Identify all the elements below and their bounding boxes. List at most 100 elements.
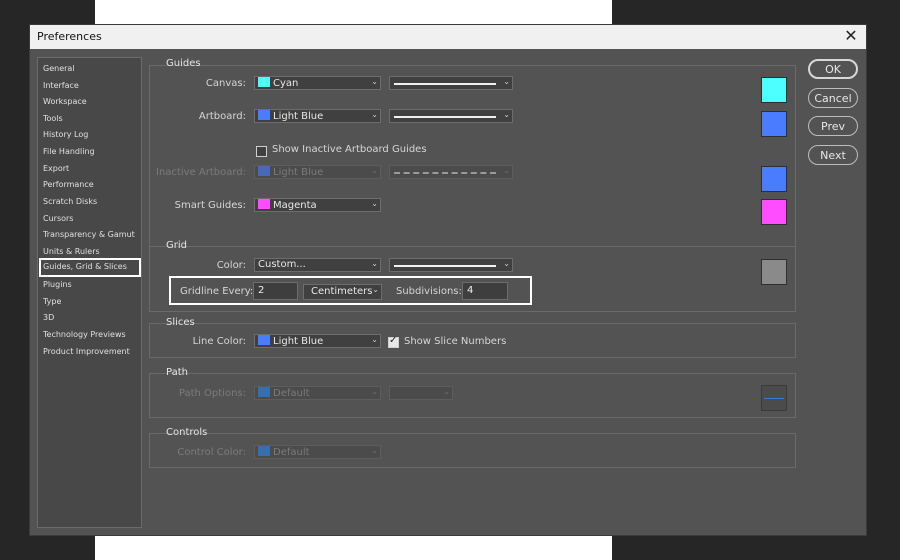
smart-guides-color-dropdown[interactable]: Magenta ⌄ bbox=[254, 198, 381, 212]
show-inactive-artboard-guides-label: Show Inactive Artboard Guides bbox=[272, 144, 427, 155]
preferences-sidebar: General Interface Workspace Tools Histor… bbox=[37, 57, 142, 528]
ok-button[interactable]: OK bbox=[808, 59, 858, 79]
canvas-label: Canvas: bbox=[205, 78, 246, 89]
sidebar-item-export[interactable]: Export bbox=[41, 160, 141, 176]
chevron-down-icon: ⌄ bbox=[371, 166, 378, 175]
gridline-unit-dropdown[interactable]: Centimeters ⌄ bbox=[303, 284, 382, 300]
sidebar-item-cursors[interactable]: Cursors bbox=[41, 210, 141, 226]
sidebar-item-3d[interactable]: 3D bbox=[41, 309, 141, 325]
path-line-preview bbox=[764, 398, 784, 399]
path-color-value: Default bbox=[273, 388, 310, 399]
chevron-down-icon: ⌄ bbox=[503, 166, 510, 175]
chevron-down-icon: ⌄ bbox=[371, 335, 378, 344]
path-color-chip bbox=[258, 387, 270, 397]
chevron-down-icon: ⌄ bbox=[503, 259, 510, 268]
artboard-color-dropdown[interactable]: Light Blue ⌄ bbox=[254, 109, 381, 123]
prev-button[interactable]: Prev bbox=[808, 116, 858, 136]
chevron-down-icon: ⌄ bbox=[371, 199, 378, 208]
next-button[interactable]: Next bbox=[808, 145, 858, 165]
sidebar-item-tools[interactable]: Tools bbox=[41, 110, 141, 126]
sidebar-item-guides-grid-slices[interactable]: Guides, Grid & Slices bbox=[39, 258, 141, 277]
sidebar-item-file-handling[interactable]: File Handling bbox=[41, 143, 141, 159]
smart-guides-color-swatch[interactable] bbox=[761, 199, 787, 225]
grid-color-dropdown[interactable]: Custom... ⌄ bbox=[254, 258, 381, 272]
control-color-dropdown[interactable]: Default ⌄ bbox=[254, 445, 381, 459]
sidebar-item-units-rulers[interactable]: Units & Rulers bbox=[41, 243, 141, 259]
grid-color-swatch[interactable] bbox=[761, 259, 787, 285]
artboard-label: Artboard: bbox=[198, 111, 246, 122]
smart-guides-color-chip bbox=[258, 199, 270, 209]
guides-group-title: Guides bbox=[166, 58, 201, 69]
solid-line-preview bbox=[394, 116, 496, 118]
chevron-down-icon: ⌄ bbox=[371, 387, 378, 396]
grid-style-dropdown[interactable]: ⌄ bbox=[389, 258, 513, 272]
sidebar-item-plugins[interactable]: Plugins bbox=[41, 276, 141, 292]
control-color-label: Control Color: bbox=[177, 447, 246, 458]
subdivisions-label: Subdivisions: bbox=[396, 286, 462, 297]
path-width-dropdown[interactable]: ⌄ bbox=[389, 386, 453, 400]
smart-guides-color-value: Magenta bbox=[273, 200, 317, 211]
path-group bbox=[149, 373, 796, 418]
sidebar-item-transparency-gamut[interactable]: Transparency & Gamut bbox=[41, 226, 141, 242]
inactive-artboard-style-dropdown[interactable]: ⌄ bbox=[389, 165, 513, 179]
slice-line-color-dropdown[interactable]: Light Blue ⌄ bbox=[254, 334, 381, 348]
show-slice-numbers-checkbox[interactable] bbox=[388, 335, 399, 348]
dashed-line-preview bbox=[394, 172, 496, 174]
canvas-color-swatch[interactable] bbox=[761, 77, 787, 103]
canvas-color-dropdown[interactable]: Cyan ⌄ bbox=[254, 76, 381, 90]
sidebar-item-general[interactable]: General bbox=[41, 60, 141, 76]
artboard-color-swatch[interactable] bbox=[761, 111, 787, 137]
slices-group-title: Slices bbox=[166, 317, 195, 328]
canvas-color-chip bbox=[258, 77, 270, 87]
inactive-artboard-color-swatch[interactable] bbox=[761, 166, 787, 192]
dialog-title: Preferences bbox=[37, 30, 102, 43]
slice-line-color-value: Light Blue bbox=[273, 336, 324, 347]
smart-guides-label: Smart Guides: bbox=[174, 200, 246, 211]
inactive-artboard-color-value: Light Blue bbox=[273, 167, 324, 178]
controls-group-title: Controls bbox=[166, 427, 208, 438]
gridline-every-label: Gridline Every: bbox=[180, 286, 254, 297]
chevron-down-icon: ⌄ bbox=[371, 259, 378, 268]
sidebar-item-type[interactable]: Type bbox=[41, 293, 141, 309]
subdivisions-input[interactable]: 4 bbox=[462, 282, 508, 300]
grid-group-title: Grid bbox=[166, 240, 187, 251]
path-preview-swatch[interactable] bbox=[761, 385, 787, 411]
chevron-down-icon: ⌄ bbox=[372, 285, 379, 294]
sidebar-item-product-improvement[interactable]: Product Improvement bbox=[41, 343, 141, 359]
canvas-style-dropdown[interactable]: ⌄ bbox=[389, 76, 513, 90]
control-color-chip bbox=[258, 446, 270, 456]
path-color-dropdown[interactable]: Default ⌄ bbox=[254, 386, 381, 400]
path-options-label: Path Options: bbox=[178, 388, 246, 399]
chevron-down-icon: ⌄ bbox=[371, 77, 378, 86]
slice-line-color-chip bbox=[258, 335, 270, 345]
chevron-down-icon: ⌄ bbox=[371, 446, 378, 455]
cancel-button[interactable]: Cancel bbox=[808, 88, 858, 108]
chevron-down-icon: ⌄ bbox=[503, 77, 510, 86]
show-inactive-artboard-guides-checkbox[interactable] bbox=[256, 146, 267, 157]
sidebar-item-technology-previews[interactable]: Technology Previews bbox=[41, 326, 141, 342]
artboard-style-dropdown[interactable]: ⌄ bbox=[389, 109, 513, 123]
controls-group bbox=[149, 433, 796, 468]
chevron-down-icon: ⌄ bbox=[443, 387, 450, 396]
inactive-artboard-color-chip bbox=[258, 166, 270, 176]
solid-line-preview bbox=[394, 83, 496, 85]
artboard-color-chip bbox=[258, 110, 270, 120]
sidebar-item-history-log[interactable]: History Log bbox=[41, 126, 141, 142]
inactive-artboard-color-dropdown[interactable]: Light Blue ⌄ bbox=[254, 165, 381, 179]
preferences-dialog: Preferences ✕ General Interface Workspac… bbox=[29, 24, 867, 536]
grid-color-value: Custom... bbox=[258, 259, 306, 270]
sidebar-item-interface[interactable]: Interface bbox=[41, 77, 141, 93]
show-slice-numbers-label: Show Slice Numbers bbox=[404, 336, 507, 347]
sidebar-item-workspace[interactable]: Workspace bbox=[41, 93, 141, 109]
slice-line-color-label: Line Color: bbox=[192, 336, 246, 347]
gridline-every-input[interactable]: 2 bbox=[253, 282, 298, 300]
path-group-title: Path bbox=[166, 367, 188, 378]
sidebar-item-scratch-disks[interactable]: Scratch Disks bbox=[41, 193, 141, 209]
grid-color-label: Color: bbox=[216, 260, 246, 271]
chevron-down-icon: ⌄ bbox=[371, 110, 378, 119]
solid-line-preview bbox=[394, 265, 496, 267]
sidebar-item-performance[interactable]: Performance bbox=[41, 176, 141, 192]
close-icon[interactable]: ✕ bbox=[842, 26, 860, 45]
title-bar: Preferences ✕ bbox=[30, 25, 866, 49]
gridline-unit-value: Centimeters bbox=[311, 286, 373, 297]
